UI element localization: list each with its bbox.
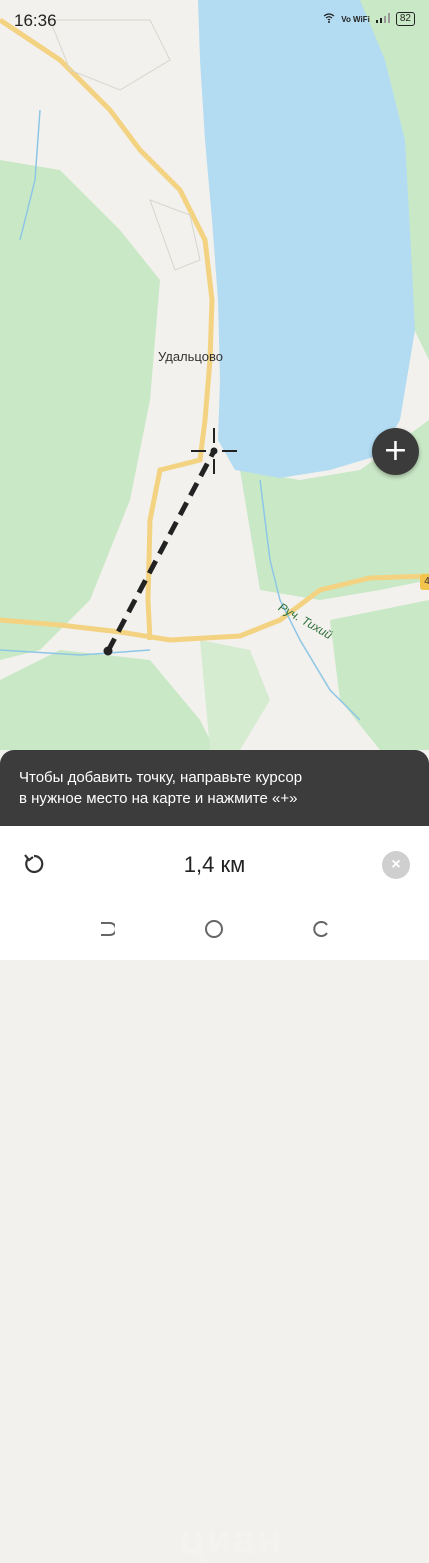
- status-icons: Vo WiFi 82: [323, 12, 415, 26]
- hint-line-1: Чтобы добавить точку, направьте курсор: [19, 769, 303, 786]
- watermark-logo: циан: [180, 1518, 284, 1562]
- signal-icon: [375, 13, 390, 25]
- home-nav-icon[interactable]: [205, 920, 223, 938]
- hint-text: Чтобы добавить точку, направьте курсор в…: [19, 767, 409, 809]
- status-bar: 16:36 Vo WiFi 82: [0, 0, 429, 42]
- back-nav-icon[interactable]: [97, 920, 117, 938]
- place-label: Удальцово: [158, 349, 223, 364]
- map-canvas[interactable]: Удальцово Руч. Тихий 4: [0, 0, 429, 830]
- battery-icon: 82: [395, 12, 415, 26]
- clear-button[interactable]: ×: [382, 851, 410, 879]
- road-number-badge: 4: [420, 574, 429, 590]
- system-nav-bar: [0, 916, 429, 946]
- distance-value: 1,4 км: [183, 852, 246, 877]
- wifi-icon: [323, 13, 335, 25]
- add-point-button[interactable]: +: [372, 428, 419, 475]
- status-time: 16:36: [14, 11, 57, 30]
- recents-nav-icon[interactable]: [312, 920, 330, 938]
- hint-line-2: в нужное место на карте и нажмите «+»: [19, 790, 298, 807]
- bottom-panel: 1,4 км ×: [0, 826, 429, 960]
- route-start-point: [103, 646, 113, 656]
- hint-banner: циан Чтобы добавить точку, направьте кур…: [0, 750, 429, 1562]
- wifi-calling-label: Vo WiFi: [341, 14, 370, 24]
